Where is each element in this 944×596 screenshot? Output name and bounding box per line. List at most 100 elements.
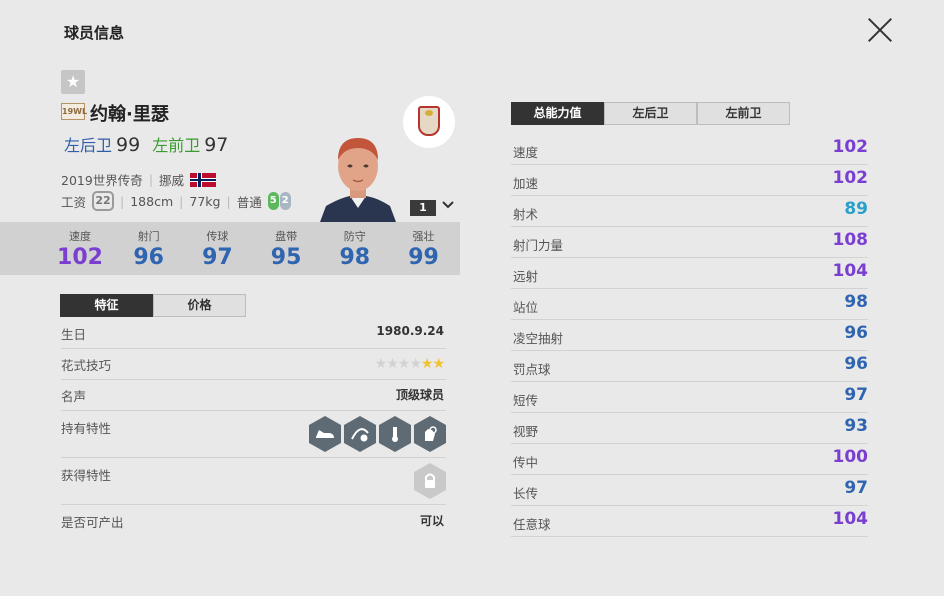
attribute-label: 射门力量 (513, 238, 564, 253)
norway-flag-icon (190, 172, 217, 187)
enhance-rank-badge[interactable]: 1 (410, 200, 436, 216)
attribute-value: 104 (832, 509, 869, 529)
foot-ability: 5 2 (267, 192, 291, 210)
star-filled-icon: ★ (432, 356, 445, 372)
stat-label: 强壮 (412, 230, 435, 243)
info-tabs: 特征 价格 (60, 294, 246, 317)
season-badge: 19WL (61, 103, 87, 120)
stat-label: 传球 (206, 230, 229, 243)
stat-value: 102 (57, 245, 103, 270)
stat-value: 99 (408, 245, 439, 270)
info-row-fame: 名声 顶级球员 (61, 386, 446, 411)
attribute-label: 短传 (513, 393, 539, 408)
attribute-label: 传中 (513, 455, 539, 470)
info-row-producible: 是否可产出 可以 (61, 512, 446, 534)
star-empty-icon: ★ (386, 356, 399, 372)
attribute-label: 视野 (513, 424, 539, 439)
position-ratings: 左后卫 99 左前卫 97 (64, 132, 228, 156)
attribute-row: 加速 102 (511, 165, 868, 196)
tab-overall[interactable]: 总能力值 (511, 102, 604, 125)
attribute-label: 任意球 (513, 517, 551, 532)
attribute-value: 89 (844, 199, 868, 219)
wage-value: 22 (92, 191, 115, 211)
attribute-label: 远射 (513, 269, 539, 284)
stat-column: 传球 97 (187, 228, 247, 270)
star-empty-icon: ★ (409, 356, 422, 372)
tab-left-mid[interactable]: 左前卫 (697, 102, 790, 125)
attribute-value: 108 (832, 230, 869, 250)
attribute-value: 96 (844, 323, 868, 343)
attribute-value: 98 (844, 292, 868, 312)
info-row-traits: 持有特性 (61, 416, 446, 458)
attribute-row: 短传 97 (511, 382, 868, 413)
physical-line: 工资 22 | 188cm | 77kg | 普通 5 2 (61, 191, 291, 211)
acquired-label: 获得特性 (61, 468, 112, 483)
attribute-value: 96 (844, 354, 868, 374)
tab-traits[interactable]: 特征 (60, 294, 153, 317)
fame-value: 顶级球员 (395, 388, 444, 402)
attribute-label: 凌空抽射 (513, 331, 564, 346)
position-1: 左后卫 99 (64, 132, 140, 156)
info-row-skill: 花式技巧 ★★★★★★ (61, 355, 446, 380)
left-foot-value: 5 (267, 192, 279, 210)
tab-left-back[interactable]: 左后卫 (604, 102, 697, 125)
star-filled-icon: ★ (420, 356, 434, 372)
cross-pass-icon[interactable] (344, 416, 376, 452)
info-row-acquired: 获得特性 (61, 463, 446, 505)
stat-value: 97 (202, 245, 233, 270)
attribute-value: 97 (844, 478, 868, 498)
attribute-row: 射门力量 108 (511, 227, 868, 258)
attribute-row: 远射 104 (511, 258, 868, 289)
producible-value: 可以 (419, 514, 444, 528)
weight: 77kg (189, 193, 221, 209)
attribute-row: 射术 89 (511, 196, 868, 227)
chevron-down-icon[interactable] (441, 199, 455, 211)
height: 188cm (130, 193, 174, 209)
birthday-label: 生日 (61, 327, 87, 342)
attribute-row: 罚点球 96 (511, 351, 868, 382)
skill-stars: ★★★★★★ (375, 356, 445, 372)
star-empty-icon: ★ (397, 356, 411, 372)
attribute-row: 站位 98 (511, 289, 868, 320)
attribute-value: 102 (832, 137, 869, 157)
attribute-value: 102 (832, 168, 869, 188)
info-row-birthday: 生日 1980.9.24 (61, 324, 446, 349)
lock-icon (414, 463, 446, 499)
attribute-label: 速度 (513, 145, 539, 160)
hand-ball-icon[interactable] (414, 416, 446, 452)
attribute-row: 视野 93 (511, 413, 868, 444)
attribute-label: 长传 (513, 486, 539, 501)
right-foot-value: 2 (279, 192, 291, 210)
stat-value: 98 (339, 245, 371, 270)
player-name: 约翰·里瑟 (90, 104, 169, 125)
attribute-value: 93 (844, 416, 868, 436)
stat-label: 射门 (137, 230, 160, 243)
attribute-tabs: 总能力值 左后卫 左前卫 (511, 102, 790, 125)
attribute-value: 97 (844, 385, 868, 405)
favorite-star-button[interactable]: ★ (61, 70, 85, 94)
attribute-row: 凌空抽射 96 (511, 320, 868, 351)
page-title: 球员信息 (64, 24, 125, 42)
stat-column: 防守 98 (325, 228, 385, 270)
stat-column: 盘带 95 (256, 228, 316, 270)
body-type: 普通 (236, 194, 262, 210)
attribute-row: 长传 97 (511, 475, 868, 506)
shoe-icon[interactable] (309, 416, 341, 452)
position-2: 左前卫 97 (152, 132, 228, 156)
stat-label: 防守 (343, 230, 366, 243)
close-icon[interactable] (866, 16, 894, 44)
attribute-label: 站位 (513, 300, 539, 315)
world-legend-badge-icon (403, 96, 455, 148)
season-name: 2019世界传奇 (61, 173, 143, 188)
acquired-trait-icons (414, 463, 446, 499)
penalty-icon[interactable] (379, 416, 411, 452)
attribute-label: 加速 (513, 176, 539, 191)
attribute-label: 罚点球 (513, 362, 551, 377)
tab-price[interactable]: 价格 (153, 294, 246, 317)
stat-column: 速度 102 (50, 228, 110, 270)
wage-label: 工资 (61, 194, 87, 210)
position-2-name: 左前卫 (152, 136, 201, 155)
season-nation-line: 2019世界传奇 | 挪威 (61, 170, 217, 189)
stat-value: 95 (270, 245, 302, 270)
stat-column: 射门 96 (119, 228, 179, 270)
